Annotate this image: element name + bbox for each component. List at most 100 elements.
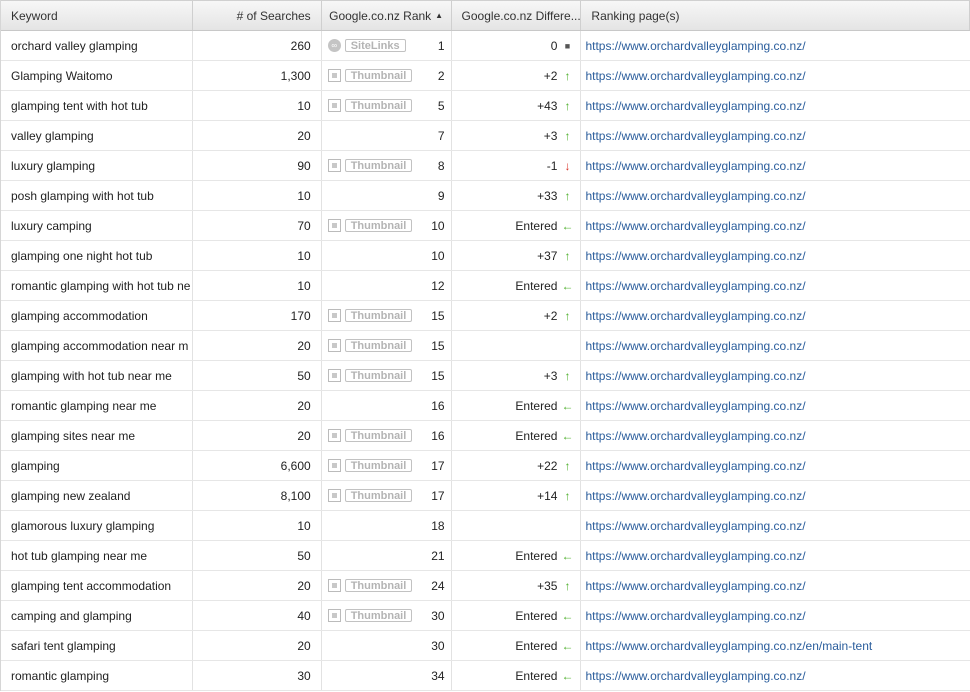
badge-label: Thumbnail	[344, 489, 413, 502]
column-header-difference[interactable]: Google.co.nz Differe...	[452, 1, 582, 30]
searches-value: 90	[297, 158, 311, 173]
ranking-page-link[interactable]: https://www.orchardvalleyglamping.co.nz/	[585, 309, 805, 323]
table-row[interactable]: valley glamping 20 7 +3 ↑ https://www.orchard…	[1, 121, 970, 151]
difference-cell	[452, 331, 582, 360]
ranking-page-cell: https://www.orchardvalleyglamping.co.nz/	[581, 91, 970, 120]
table-row[interactable]: Glamping Waitomo 1,300 Thumbnail 2 +2 ↑ https:…	[1, 61, 970, 91]
table-row[interactable]: glamping new zealand 8,100 Thumbnail 17 +14 ↑…	[1, 481, 970, 511]
difference-cell: Entered ←	[452, 421, 582, 450]
ranking-page-link[interactable]: https://www.orchardvalleyglamping.co.nz/	[585, 159, 805, 173]
table-row[interactable]: romantic glamping 30 34 Entered ← https://www…	[1, 661, 970, 691]
column-header-keyword[interactable]: Keyword	[1, 1, 193, 30]
ranking-page-cell: https://www.orchardvalleyglamping.co.nz/	[581, 391, 970, 420]
ranking-page-link[interactable]: https://www.orchardvalleyglamping.co.nz/	[585, 519, 805, 533]
ranking-page-cell: https://www.orchardvalleyglamping.co.nz/	[581, 181, 970, 210]
ranking-page-link[interactable]: https://www.orchardvalleyglamping.co.nz/	[585, 129, 805, 143]
difference-cell: Entered ←	[452, 391, 582, 420]
keyword-cell: orchard valley glamping	[1, 31, 193, 60]
ranking-page-cell: https://www.orchardvalleyglamping.co.nz/	[581, 211, 970, 240]
difference-value: Entered	[515, 398, 558, 413]
keyword-text: posh glamping with hot tub	[11, 188, 154, 203]
table-row[interactable]: posh glamping with hot tub 10 9 +33 ↑ https:/…	[1, 181, 970, 211]
table-row[interactable]: glamorous luxury glamping 10 18 https://www…	[1, 511, 970, 541]
ranking-page-link[interactable]: https://www.orchardvalleyglamping.co.nz/	[585, 249, 805, 263]
table-row[interactable]: safari tent glamping 20 30 Entered ← https://…	[1, 631, 970, 661]
column-header-searches[interactable]: # of Searches	[193, 1, 322, 30]
searches-cell: 30	[193, 661, 322, 690]
rank-value: 16	[431, 428, 445, 443]
badge-label: SiteLinks	[344, 39, 406, 52]
column-header-ranking-page[interactable]: Ranking page(s)	[581, 1, 970, 30]
difference-cell: +37 ↑	[452, 241, 582, 270]
difference-value: +43	[537, 98, 558, 113]
searches-value: 20	[297, 638, 311, 653]
ranking-page-cell: https://www.orchardvalleyglamping.co.nz/	[581, 61, 970, 90]
keyword-text: orchard valley glamping	[11, 38, 138, 53]
ranking-page-link[interactable]: https://www.orchardvalleyglamping.co.nz/	[585, 609, 805, 623]
rank-cell: 34	[322, 661, 452, 690]
table-row[interactable]: hot tub glamping near me 50 21 Entered ← http…	[1, 541, 970, 571]
arrow-left-icon: ←	[561, 668, 574, 683]
ranking-page-link[interactable]: https://www.orchardvalleyglamping.co.nz/	[585, 369, 805, 383]
table-row[interactable]: luxury camping 70 Thumbnail 10 Entered ← https…	[1, 211, 970, 241]
searches-cell: 50	[193, 361, 322, 390]
difference-cell: +22 ↑	[452, 451, 582, 480]
table-row[interactable]: glamping accommodation near m 20 Thumbnail…	[1, 331, 970, 361]
rank-cell: Thumbnail 2	[322, 61, 452, 90]
table-row[interactable]: camping and glamping 40 Thumbnail 30 Entered…	[1, 601, 970, 631]
rank-value: 15	[431, 338, 445, 353]
rankings-grid: Keyword # of Searches Google.co.nz Rank ▲…	[0, 0, 970, 691]
ranking-page-link[interactable]: https://www.orchardvalleyglamping.co.nz/	[585, 219, 805, 233]
keyword-cell: romantic glamping with hot tub ne	[1, 271, 193, 300]
difference-value: -1	[546, 158, 558, 173]
table-row[interactable]: glamping 6,600 Thumbnail 17 +22 ↑ https://www.…	[1, 451, 970, 481]
table-row[interactable]: glamping tent with hot tub 10 Thumbnail 5 +4…	[1, 91, 970, 121]
keyword-text: glamping sites near me	[11, 428, 136, 443]
searches-cell: 20	[193, 421, 322, 450]
image-icon	[327, 309, 341, 322]
ranking-page-link[interactable]: https://www.orchardvalleyglamping.co.nz/	[585, 189, 805, 203]
column-header-rank[interactable]: Google.co.nz Rank ▲	[322, 1, 452, 30]
table-row[interactable]: romantic glamping near me 20 16 Entered ← htt…	[1, 391, 970, 421]
ranking-page-link[interactable]: https://www.orchardvalleyglamping.co.nz/	[585, 39, 805, 53]
ranking-page-link[interactable]: https://www.orchardvalleyglamping.co.nz/	[585, 549, 805, 563]
arrow-left-icon: ←	[561, 608, 574, 623]
searches-cell: 90	[193, 151, 322, 180]
ranking-page-link[interactable]: https://www.orchardvalleyglamping.co.nz/	[585, 99, 805, 113]
rank-cell: ∞ SiteLinks 1	[322, 31, 452, 60]
ranking-page-link[interactable]: https://www.orchardvalleyglamping.co.nz/	[585, 459, 805, 473]
table-row[interactable]: luxury glamping 90 Thumbnail 8 -1 ↓ https://ww…	[1, 151, 970, 181]
thumbnail-badge: Thumbnail	[327, 219, 424, 232]
ranking-page-link[interactable]: https://www.orchardvalleyglamping.co.nz/…	[585, 639, 872, 653]
table-row[interactable]: orchard valley glamping 260 ∞ SiteLinks 1 0 ■ h…	[1, 31, 970, 61]
rank-cell: 30	[322, 631, 452, 660]
ranking-page-cell: https://www.orchardvalleyglamping.co.nz/	[581, 541, 970, 570]
table-row[interactable]: romantic glamping with hot tub ne 10 12 Ent…	[1, 271, 970, 301]
table-row[interactable]: glamping one night hot tub 10 10 +37 ↑ https:…	[1, 241, 970, 271]
difference-cell: Entered ←	[452, 271, 582, 300]
table-row[interactable]: glamping with hot tub near me 50 Thumbnail…	[1, 361, 970, 391]
searches-cell: 20	[193, 631, 322, 660]
difference-value: Entered	[515, 638, 558, 653]
ranking-page-cell: https://www.orchardvalleyglamping.co.nz/	[581, 331, 970, 360]
ranking-page-link[interactable]: https://www.orchardvalleyglamping.co.nz/	[585, 279, 805, 293]
ranking-page-link[interactable]: https://www.orchardvalleyglamping.co.nz/	[585, 579, 805, 593]
searches-value: 50	[297, 368, 311, 383]
difference-cell: Entered ←	[452, 631, 582, 660]
ranking-page-link[interactable]: https://www.orchardvalleyglamping.co.nz/	[585, 399, 805, 413]
table-row[interactable]: glamping tent accommodation 20 Thumbnail 24…	[1, 571, 970, 601]
badge-label: Thumbnail	[344, 579, 413, 592]
rank-value: 5	[437, 98, 445, 113]
ranking-page-link[interactable]: https://www.orchardvalleyglamping.co.nz/	[585, 489, 805, 503]
searches-value: 20	[297, 428, 311, 443]
table-row[interactable]: glamping sites near me 20 Thumbnail 16 Enter…	[1, 421, 970, 451]
ranking-page-link[interactable]: https://www.orchardvalleyglamping.co.nz/	[585, 339, 805, 353]
arrow-up-icon: ↑	[564, 368, 571, 383]
difference-value: +35	[537, 578, 558, 593]
ranking-page-link[interactable]: https://www.orchardvalleyglamping.co.nz/	[585, 669, 805, 683]
ranking-page-link[interactable]: https://www.orchardvalleyglamping.co.nz/	[585, 69, 805, 83]
ranking-page-link[interactable]: https://www.orchardvalleyglamping.co.nz/	[585, 429, 805, 443]
thumbnail-badge: Thumbnail	[327, 459, 424, 472]
table-row[interactable]: glamping accommodation 170 Thumbnail 15 +2 ↑ h…	[1, 301, 970, 331]
difference-cell: Entered ←	[452, 211, 582, 240]
